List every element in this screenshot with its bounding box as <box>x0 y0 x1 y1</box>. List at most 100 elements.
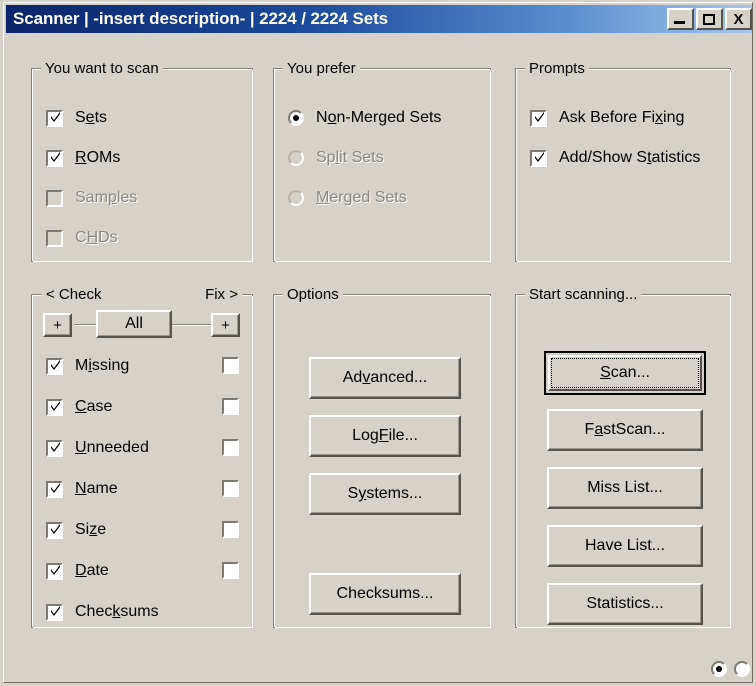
checkbox-label-size: Size <box>75 521 107 538</box>
group-title-fix-label: Fix > <box>205 286 238 303</box>
indicator-right-radio[interactable] <box>734 661 750 677</box>
group-title-scan-targets: You want to scan <box>41 60 163 77</box>
checkbox-row-check-case[interactable]: Case <box>46 398 112 416</box>
radio-row-merged-sets: Merged Sets <box>288 189 407 207</box>
group-title-start-scanning: Start scanning... <box>525 286 642 303</box>
check-tick-icon <box>51 441 60 452</box>
radio-dot-icon <box>293 115 299 121</box>
plus-check-all-label: + <box>53 316 62 334</box>
checksums-options-button[interactable]: Checksums... <box>309 573 461 615</box>
checkbox-label-unneeded: Unneeded <box>75 439 149 456</box>
check-tick-icon <box>51 359 60 370</box>
checkbox-row-roms[interactable]: ROMs <box>46 149 120 167</box>
plus-check-all-button[interactable]: + <box>43 313 72 337</box>
checkbox-fix-case[interactable] <box>222 398 239 415</box>
all-button-label: All <box>125 315 143 332</box>
group-you-want-to-scan: You want to scan Sets ROMs Samples CHDs <box>31 60 253 262</box>
window-title: Scanner | -insert description- | 2224 / … <box>13 9 388 28</box>
group-title-options: Options <box>283 286 343 303</box>
checkbox-roms[interactable] <box>46 149 63 167</box>
check-tick-icon <box>51 523 60 534</box>
checkbox-label-missing: Missing <box>75 357 130 374</box>
titlebar[interactable]: Scanner | -insert description- | 2224 / … <box>6 5 753 33</box>
checkbox-row-chds: CHDs <box>46 229 118 247</box>
checkbox-check-name[interactable] <box>46 480 63 498</box>
group-title-check-label: < Check <box>46 286 102 303</box>
checkbox-fix-missing[interactable] <box>222 357 239 374</box>
checkbox-fix-name[interactable] <box>222 480 239 497</box>
all-button[interactable]: All <box>96 310 172 338</box>
checkbox-row-check-missing[interactable]: Missing <box>46 357 129 375</box>
radio-merged-sets <box>288 190 304 206</box>
checkbox-fix-unneeded[interactable] <box>222 439 239 456</box>
checkbox-label-roms: ROMs <box>75 149 121 166</box>
statistics-button[interactable]: Statistics... <box>547 583 703 625</box>
group-start-scanning: Start scanning... Scan... FastScan... Mi… <box>515 286 731 628</box>
group-you-prefer: You prefer Non-Merged Sets Split Sets Me… <box>273 60 491 262</box>
check-tick-icon <box>535 111 544 122</box>
maximize-button[interactable] <box>696 8 723 30</box>
radio-label-split-sets: Split Sets <box>316 149 384 166</box>
scan-button[interactable]: Scan... <box>544 351 706 395</box>
advanced-button[interactable]: Advanced... <box>309 357 461 399</box>
miss-list-button[interactable]: Miss List... <box>547 467 703 509</box>
check-tick-icon <box>51 111 60 122</box>
check-tick-icon <box>51 605 60 616</box>
close-icon: X <box>733 10 744 28</box>
radio-row-non-merged-sets[interactable]: Non-Merged Sets <box>288 109 441 127</box>
have-list-button-label: Have List... <box>584 537 666 554</box>
checkbox-ask-before-fixing[interactable] <box>530 109 547 127</box>
logfile-button-label: LogFile... <box>352 427 418 444</box>
fastscan-button[interactable]: FastScan... <box>547 409 703 451</box>
radio-label-merged-sets: Merged Sets <box>316 189 407 206</box>
checkbox-check-checksums[interactable] <box>46 603 63 621</box>
checkbox-label-samples: Samples <box>75 189 138 206</box>
checkbox-row-check-size[interactable]: Size <box>46 521 106 539</box>
checkbox-check-size[interactable] <box>46 521 63 539</box>
checkbox-label-case: Case <box>75 398 113 415</box>
checkbox-row-check-unneeded[interactable]: Unneeded <box>46 439 149 457</box>
checkbox-check-date[interactable] <box>46 562 63 580</box>
checkbox-check-missing[interactable] <box>46 357 63 375</box>
checkbox-samples <box>46 189 63 207</box>
checkbox-row-check-checksums[interactable]: Checksums <box>46 603 159 621</box>
checkbox-row-ask-before-fixing[interactable]: Ask Before Fixing <box>530 109 684 127</box>
check-tick-icon <box>535 151 544 162</box>
systems-button[interactable]: Systems... <box>309 473 461 515</box>
maximize-icon <box>703 14 715 25</box>
checkbox-fix-date[interactable] <box>222 562 239 579</box>
checkbox-row-check-name[interactable]: Name <box>46 480 118 498</box>
radio-dot-icon <box>716 666 722 672</box>
plus-fix-all-button[interactable]: + <box>211 313 240 337</box>
group-options: Options Advanced... LogFile... Systems..… <box>273 286 491 628</box>
checkbox-check-case[interactable] <box>46 398 63 416</box>
minimize-button[interactable] <box>667 8 694 30</box>
checkbox-label-sets: Sets <box>75 109 108 126</box>
radio-non-merged-sets[interactable] <box>288 110 304 126</box>
checkbox-row-add-show-statistics[interactable]: Add/Show Statistics <box>530 149 700 167</box>
fastscan-button-label: FastScan... <box>584 421 666 438</box>
checkbox-add-show-statistics[interactable] <box>530 149 547 167</box>
scan-button-label: Scan... <box>600 364 650 381</box>
window-controls: X <box>667 8 753 30</box>
checkbox-label-date: Date <box>75 562 109 579</box>
checkbox-check-unneeded[interactable] <box>46 439 63 457</box>
close-button[interactable]: X <box>725 8 752 30</box>
advanced-button-label: Advanced... <box>342 369 428 386</box>
checkbox-fix-size[interactable] <box>222 521 239 538</box>
have-list-button[interactable]: Have List... <box>547 525 703 567</box>
checkbox-row-check-date[interactable]: Date <box>46 562 109 580</box>
checksums-options-button-label: Checksums... <box>336 585 434 602</box>
checkbox-sets[interactable] <box>46 109 63 127</box>
checkbox-label-add-show-statistics: Add/Show Statistics <box>559 149 701 166</box>
minimize-icon <box>674 21 685 24</box>
group-title-preference: You prefer <box>283 60 360 77</box>
indicator-left-radio[interactable] <box>711 661 727 677</box>
checkbox-chds <box>46 229 63 247</box>
checkbox-row-sets[interactable]: Sets <box>46 109 107 127</box>
statistics-button-label: Statistics... <box>586 595 664 612</box>
logfile-button[interactable]: LogFile... <box>309 415 461 457</box>
radio-row-split-sets: Split Sets <box>288 149 384 167</box>
scanner-dialog: Scanner | -insert description- | 2224 / … <box>0 0 756 686</box>
etch-line-right <box>172 324 216 326</box>
